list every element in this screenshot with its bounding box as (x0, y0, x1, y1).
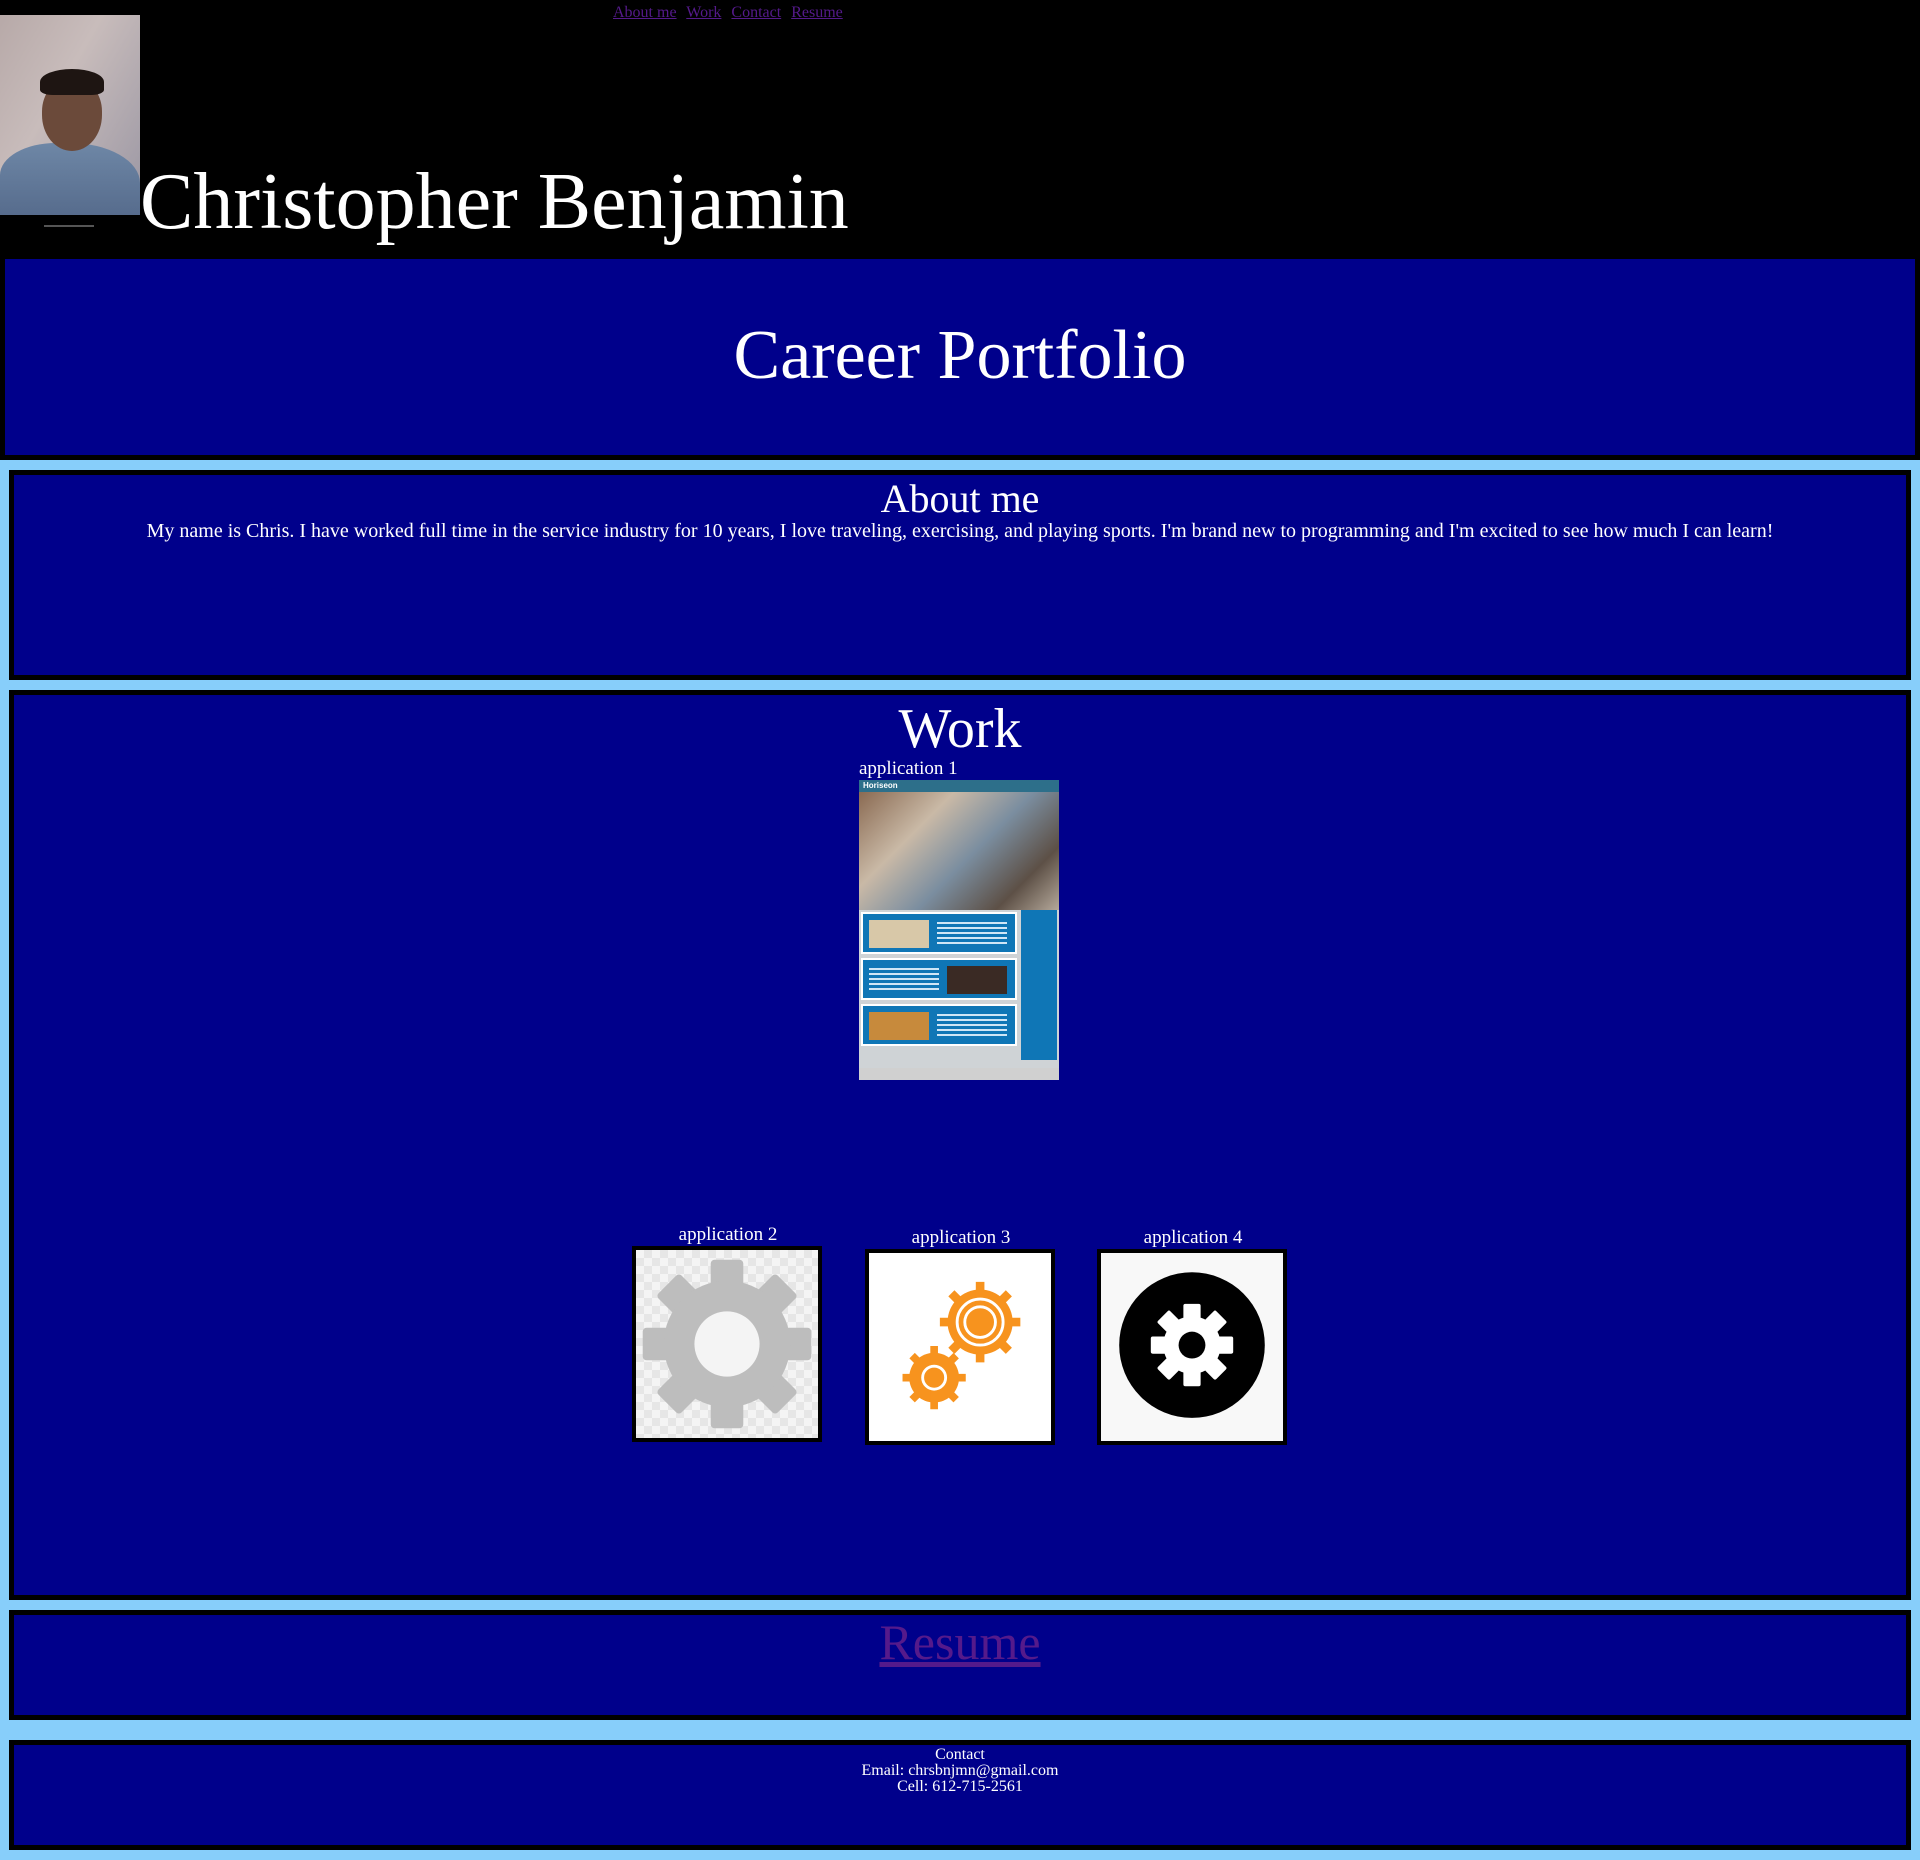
screenshot-main-column (861, 910, 1017, 1060)
resume-section: Resume (9, 1610, 1911, 1720)
photo-hair (40, 69, 104, 95)
application-3-label: application 3 (911, 1227, 1011, 1248)
nav-link-about[interactable]: About me (613, 4, 677, 21)
top-nav: About me Work Contact Resume (613, 4, 849, 22)
site-header: About me Work Contact Resume Christopher… (0, 0, 1920, 254)
career-banner: Career Portfolio (0, 254, 1920, 460)
application-2[interactable]: application 2 (632, 1225, 824, 1444)
orange-gears-svg (902, 1281, 1021, 1410)
screenshot-brand: Horiseon (863, 781, 898, 790)
application-1[interactable]: application 1 Horiseon (859, 759, 1059, 1080)
about-title: About me (880, 476, 1040, 521)
gray-gear-svg (642, 1259, 812, 1429)
application-1-label: application 1 (859, 758, 958, 779)
contact-info: Contact Email: chrsbnjmn@gmail.com Cell:… (14, 1747, 1906, 1795)
site-owner-name: Christopher Benjamin (140, 158, 849, 246)
work-section: Work application 1 Horiseon application … (9, 690, 1911, 1600)
screenshot-card (861, 1004, 1017, 1046)
contact-title: Contact (935, 1746, 985, 1763)
about-text: My name is Chris. I have worked full tim… (146, 520, 1774, 542)
screenshot-card (861, 958, 1017, 1000)
nav-link-contact[interactable]: Contact (731, 4, 781, 21)
screenshot-hero-image (859, 792, 1059, 910)
gray-gear-icon[interactable] (632, 1246, 822, 1442)
screenshot-card (861, 912, 1017, 954)
nav-link-resume[interactable]: Resume (791, 4, 843, 21)
nav-link-work[interactable]: Work (686, 4, 721, 21)
contact-section: Contact Email: chrsbnjmn@gmail.com Cell:… (9, 1740, 1911, 1850)
screenshot-footer (859, 1068, 1059, 1080)
screenshot-topbar: Horiseon (859, 780, 1059, 792)
screenshot-sidebar (1021, 910, 1057, 1060)
application-1-screenshot[interactable]: Horiseon (859, 780, 1059, 1080)
application-3[interactable]: application 3 (865, 1228, 1057, 1447)
contact-cell: Cell: 612-715-2561 (897, 1778, 1023, 1795)
application-2-label: application 2 (678, 1224, 778, 1245)
application-4-label: application 4 (1143, 1227, 1243, 1248)
orange-gears-icon[interactable] (865, 1249, 1055, 1445)
black-circle-gear-svg (1119, 1272, 1265, 1418)
resume-link[interactable]: Resume (14, 1617, 1906, 1667)
black-circle-gear-icon[interactable] (1097, 1249, 1287, 1445)
profile-photo (0, 15, 140, 215)
banner-title: Career Portfolio (733, 317, 1187, 394)
work-title: Work (898, 698, 1022, 760)
about-section: About me My name is Chris. I have worked… (9, 470, 1911, 680)
contact-email: Email: chrsbnjmn@gmail.com (861, 1762, 1059, 1779)
application-4[interactable]: application 4 (1097, 1228, 1289, 1447)
photo-jacket (0, 143, 140, 215)
photo-divider (44, 225, 94, 227)
